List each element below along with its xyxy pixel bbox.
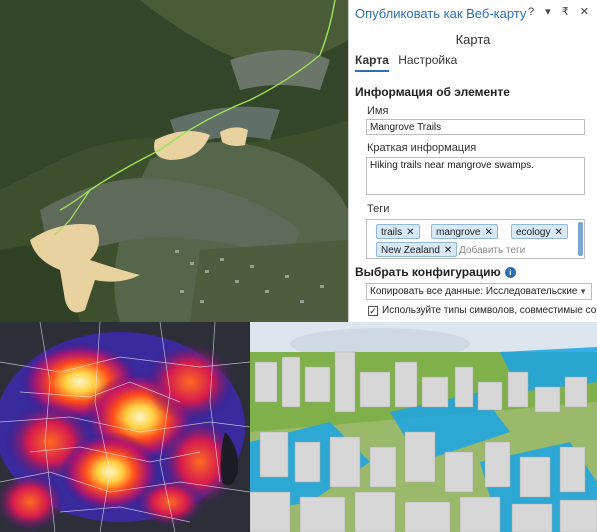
- chevron-down-icon: ▼: [579, 287, 587, 296]
- tag-chip: New Zealand ✕: [376, 242, 458, 257]
- tag-label: ecology: [516, 227, 551, 238]
- name-label: Имя: [367, 105, 389, 117]
- tags-label: Теги: [367, 203, 390, 215]
- configuration-heading: Выбрать конфигурацию i: [355, 265, 516, 279]
- pane-tabs: Карта Настройка: [355, 53, 463, 72]
- configuration-selected-value: Копировать все данные: Исследовательские: [370, 286, 578, 297]
- symbol-compat-checkbox[interactable]: ✓: [368, 306, 378, 316]
- tags-scrollbar[interactable]: [578, 222, 583, 256]
- tag-chip: trails ✕: [376, 224, 420, 239]
- pane-window-controls[interactable]: ? ▾ ₹ ✕: [528, 5, 593, 18]
- pane-subtitle: Карта: [455, 32, 491, 47]
- info-icon[interactable]: i: [504, 267, 516, 278]
- close-icon[interactable]: ✕: [554, 227, 562, 238]
- tag-label: mangrove: [436, 227, 481, 238]
- tags-field[interactable]: trails ✕ mangrove ✕ ecology ✕ New Zealand ✕ …: [366, 219, 585, 259]
- summary-textarea[interactable]: Hiking trails near mangrove swamps.: [366, 157, 585, 195]
- tab-settings[interactable]: Настройка: [398, 53, 457, 70]
- symbol-compat-option[interactable]: ✓ Используйте типы символов, совместимые …: [368, 305, 596, 316]
- close-icon[interactable]: ✕: [444, 245, 452, 256]
- tag-chip: mangrove ✕: [431, 224, 498, 239]
- tab-map[interactable]: Карта: [355, 53, 389, 72]
- configuration-heading-text: Выбрать конфигурацию: [355, 265, 501, 279]
- close-icon[interactable]: ✕: [406, 227, 414, 238]
- satellite-map-image: [0, 0, 348, 322]
- tag-label: trails: [381, 227, 403, 238]
- 3d-city-scene-image: [250, 322, 597, 532]
- publish-web-map-pane: Опубликовать как Веб-карту ? ▾ ₹ ✕ Карта…: [348, 0, 597, 322]
- configuration-select[interactable]: Копировать все данные: Исследовательские…: [366, 283, 592, 300]
- symbol-compat-label: Используйте типы символов, совместимые с…: [382, 305, 597, 316]
- add-tags-placeholder[interactable]: Добавить теги: [459, 245, 525, 256]
- close-icon[interactable]: ✕: [484, 227, 492, 238]
- heatmap-image: [0, 322, 250, 532]
- name-input[interactable]: [366, 119, 585, 135]
- tag-label: New Zealand: [381, 245, 440, 256]
- summary-label: Краткая информация: [367, 142, 477, 154]
- tag-chip: ecology ✕: [511, 224, 568, 239]
- item-info-heading: Информация об элементе: [355, 85, 510, 99]
- pane-title: Опубликовать как Веб-карту: [355, 6, 527, 21]
